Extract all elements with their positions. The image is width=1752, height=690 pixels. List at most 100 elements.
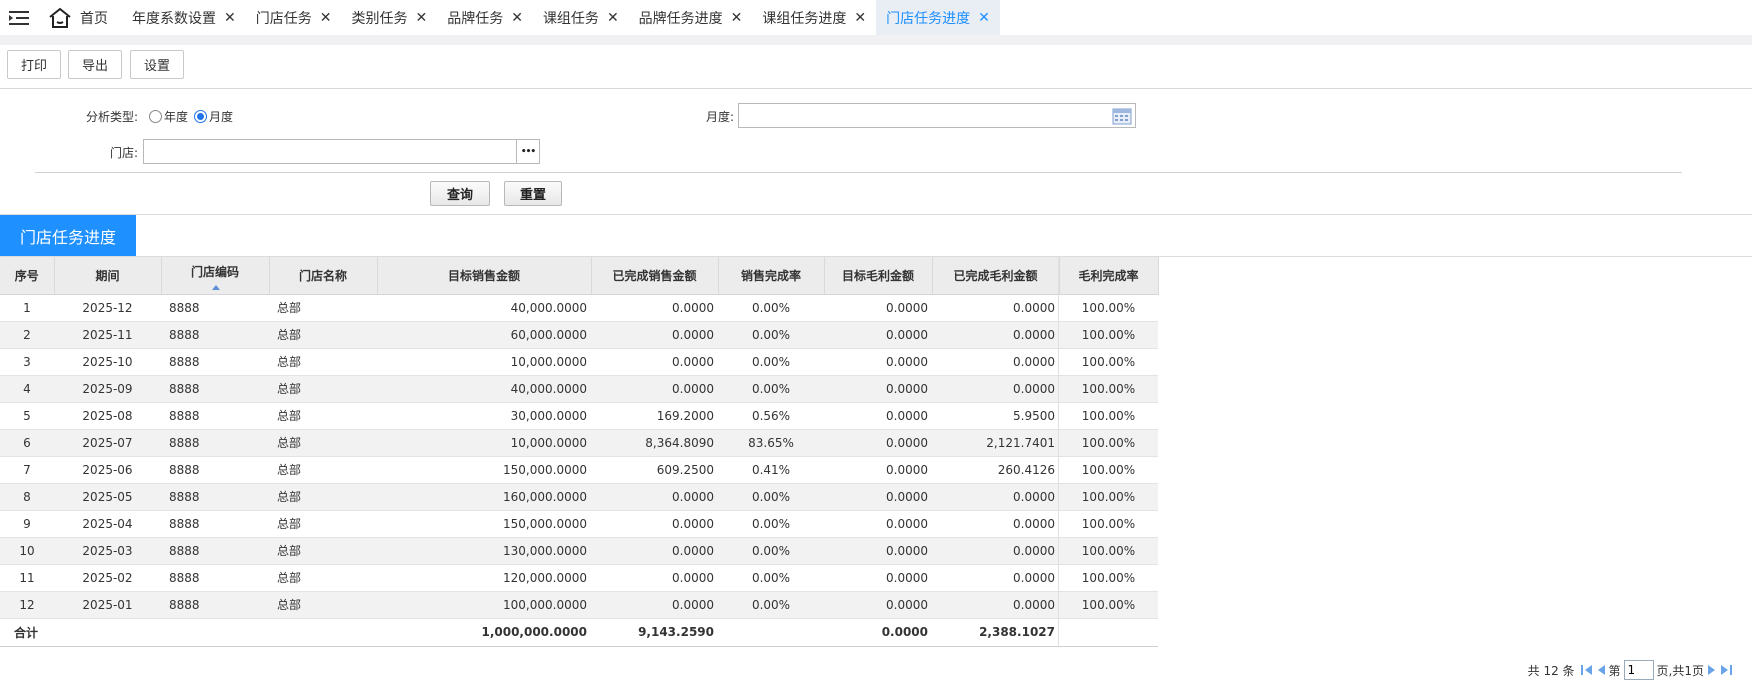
next-page-icon[interactable] (1708, 665, 1715, 675)
close-icon[interactable]: ✕ (731, 11, 743, 25)
print-button[interactable]: 打印 (7, 50, 61, 79)
table-cell: 0.0000 (591, 591, 718, 619)
table-cell: 2025-01 (54, 591, 161, 619)
total-cell (161, 618, 269, 647)
column-header[interactable]: 销售完成率 (718, 257, 825, 295)
radio-month[interactable] (194, 110, 207, 123)
column-header[interactable]: 已完成毛利金额 (932, 257, 1060, 295)
sort-ascending-icon (212, 284, 220, 290)
column-header[interactable]: 门店编码 (161, 257, 270, 295)
table-cell: 8888 (161, 348, 269, 376)
filter-bottom-border (0, 214, 1752, 215)
close-icon[interactable]: ✕ (854, 11, 866, 25)
table-cell: 150,000.0000 (377, 510, 591, 538)
table-cell: 100,000.0000 (377, 591, 591, 619)
table-cell: 120,000.0000 (377, 564, 591, 592)
table-cell: 0.0000 (932, 294, 1059, 322)
last-page-icon[interactable] (1719, 665, 1732, 675)
column-header[interactable]: 序号 (0, 257, 55, 295)
column-header[interactable]: 已完成销售金额 (591, 257, 719, 295)
pager-total: 共 12 条 (1527, 663, 1575, 678)
table-cell: 0.0000 (591, 537, 718, 565)
tab-item[interactable]: 课组任务 ✕ (533, 0, 629, 35)
radio-year[interactable] (149, 110, 162, 123)
table-cell: 总部 (269, 510, 377, 538)
first-page-icon[interactable] (1580, 665, 1594, 675)
close-icon[interactable]: ✕ (224, 11, 236, 25)
tab-item[interactable]: 年度系数设置 ✕ (122, 0, 246, 35)
column-header[interactable]: 门店名称 (269, 257, 378, 295)
close-icon[interactable]: ✕ (978, 11, 990, 25)
table-row[interactable]: 4 2025-09 8888 总部 40,000.0000 0.0000 0.00% 0.00… (0, 375, 1158, 403)
table-row[interactable]: 10 2025-03 8888 总部 130,000.0000 0.0000 0.00% 0.… (0, 537, 1158, 565)
column-header-label: 已完成销售金额 (612, 268, 697, 283)
close-icon[interactable]: ✕ (511, 11, 523, 25)
table-cell: 5.9500 (932, 402, 1059, 430)
tab-home[interactable]: 首页 (38, 0, 122, 35)
table-cell: 0.0000 (824, 429, 932, 457)
close-icon[interactable]: ✕ (320, 11, 332, 25)
tab-label: 门店任务进度 (886, 10, 971, 27)
column-header-label: 门店编码 (190, 264, 239, 279)
table-cell: 9 (0, 510, 54, 538)
total-cell (54, 618, 161, 647)
column-header[interactable]: 期间 (54, 257, 162, 295)
table-cell: 0.0000 (824, 510, 932, 538)
home-icon (49, 7, 71, 28)
page-number-input[interactable] (1623, 660, 1654, 680)
tab-item[interactable]: 品牌任务 ✕ (437, 0, 533, 35)
table-cell: 5 (0, 402, 54, 430)
open-tabs: 年度系数设置 ✕ 门店任务 ✕ 类别任务 ✕ 品牌任务 ✕ 课组任务 ✕ 品牌任务进度 ✕ 课组任务进度… (122, 0, 1000, 35)
table-cell: 0.0000 (824, 564, 932, 592)
tab-item[interactable]: 类别任务 ✕ (341, 0, 437, 35)
table-cell: 10,000.0000 (377, 348, 591, 376)
table-row[interactable]: 11 2025-02 8888 总部 120,000.0000 0.0000 0.00% 0.… (0, 564, 1158, 592)
table-cell: 2025-05 (54, 483, 161, 511)
table-cell: 6 (0, 429, 54, 457)
table-row[interactable]: 6 2025-07 8888 总部 10,000.0000 8,364.8090 83.65… (0, 429, 1158, 457)
settings-button[interactable]: 设置 (130, 50, 184, 79)
column-header[interactable]: 目标销售金额 (377, 257, 592, 295)
table-row[interactable]: 3 2025-10 8888 总部 10,000.0000 0.0000 0.00% 0.00… (0, 348, 1158, 376)
table-cell: 83.65% (718, 429, 824, 457)
table-row[interactable]: 7 2025-06 8888 总部 150,000.0000 609.2500 0.41% 0… (0, 456, 1158, 484)
table-row[interactable]: 9 2025-04 8888 总部 150,000.0000 0.0000 0.00% 0.0… (0, 510, 1158, 538)
table-cell: 0.00% (718, 510, 824, 538)
tab-item[interactable]: 品牌任务进度 ✕ (629, 0, 753, 35)
calendar-icon[interactable] (1112, 107, 1132, 125)
table-cell: 8888 (161, 510, 269, 538)
table-row[interactable]: 2 2025-11 8888 总部 60,000.0000 0.0000 0.00% 0.00… (0, 321, 1158, 349)
close-icon[interactable]: ✕ (607, 11, 619, 25)
table-cell: 40,000.0000 (377, 375, 591, 403)
prev-page-icon[interactable] (1597, 665, 1605, 675)
table-cell: 2025-03 (54, 537, 161, 565)
table-cell: 0.00% (718, 348, 824, 376)
store-lookup-button[interactable]: ••• (516, 139, 540, 164)
table-row[interactable]: 5 2025-08 8888 总部 30,000.0000 169.2000 0.56% 0.… (0, 402, 1158, 430)
table-cell: 0.00% (718, 564, 824, 592)
query-button[interactable]: 查询 (430, 181, 490, 206)
reset-button[interactable]: 重置 (504, 181, 562, 206)
table-row[interactable]: 12 2025-01 8888 总部 100,000.0000 0.0000 0.00% 0.… (0, 591, 1158, 619)
export-button[interactable]: 导出 (68, 50, 122, 79)
tab-item[interactable]: 门店任务进度 ✕ (876, 0, 1000, 35)
tab-item[interactable]: 门店任务 ✕ (246, 0, 342, 35)
radio-year-label: 年度 (164, 110, 189, 124)
close-icon[interactable]: ✕ (415, 11, 427, 25)
column-header-label: 目标毛利金额 (841, 268, 914, 283)
table-cell: 7 (0, 456, 54, 484)
menu-toggle-icon[interactable] (0, 0, 38, 35)
table-row[interactable]: 1 2025-12 8888 总部 40,000.0000 0.0000 0.00% 0.00… (0, 294, 1158, 322)
table-cell: 8888 (161, 375, 269, 403)
table-cell: 8888 (161, 483, 269, 511)
table-cell: 12 (0, 591, 54, 619)
tab-label: 品牌任务进度 (638, 10, 723, 27)
table-cell: 2025-07 (54, 429, 161, 457)
column-header[interactable]: 目标毛利金额 (824, 257, 933, 295)
table-row[interactable]: 8 2025-05 8888 总部 160,000.0000 0.0000 0.00% 0.0… (0, 483, 1158, 511)
store-input[interactable] (143, 139, 517, 164)
month-input[interactable] (738, 103, 1136, 128)
table-cell: 0.00% (718, 537, 824, 565)
table-cell: 0.56% (718, 402, 824, 430)
tab-item[interactable]: 课组任务进度 ✕ (752, 0, 876, 35)
